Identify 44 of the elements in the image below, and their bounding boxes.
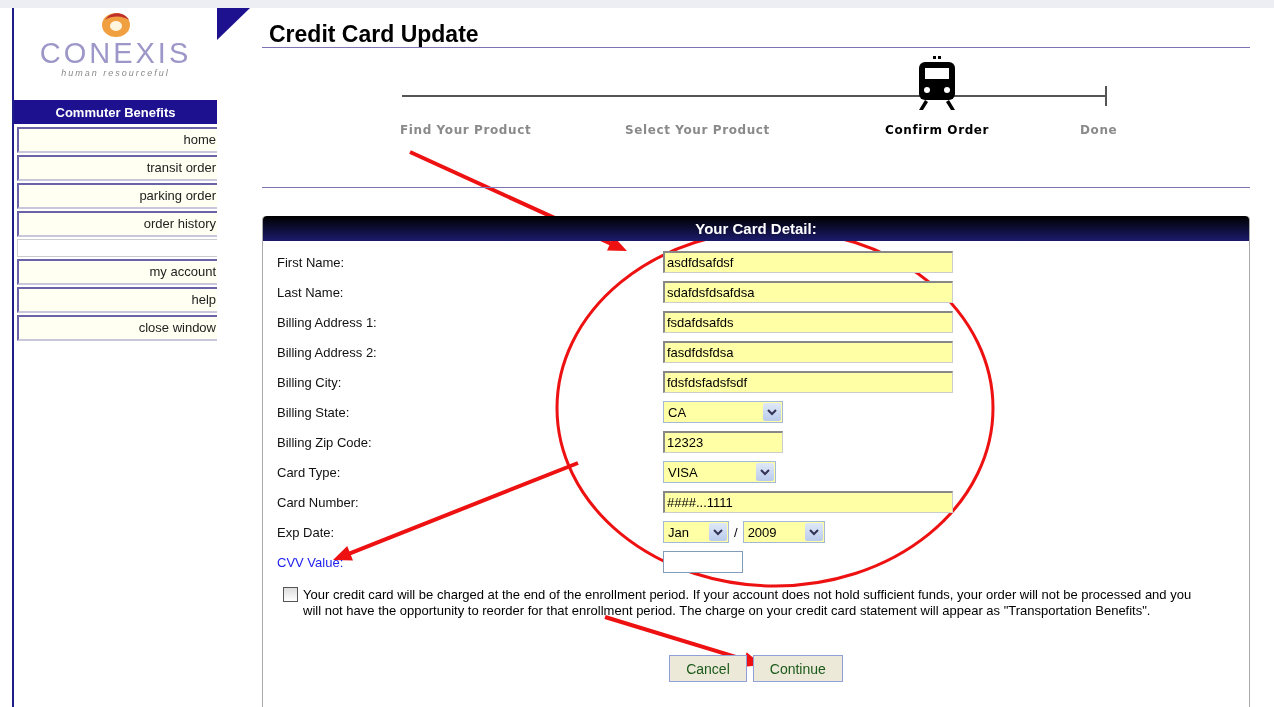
field-label: CVV Value: [277, 554, 345, 570]
dropdown[interactable]: 2009 [742, 521, 825, 543]
sidebar-item[interactable]: close window [17, 315, 217, 341]
cancel-button[interactable]: Cancel [669, 655, 747, 682]
step-label: Find Your Product [400, 123, 532, 137]
panel-title: Your Card Detail: [695, 220, 817, 237]
field-label: Last Name: [277, 284, 345, 300]
logo-name: CONEXIS [39, 38, 192, 68]
field-label: Billing Address 1: [277, 314, 378, 330]
input-field[interactable] [663, 551, 743, 573]
sidebar-item[interactable]: transit order [17, 155, 217, 181]
dropdown[interactable]: Jan [663, 521, 729, 543]
step-label: Select Your Product [625, 123, 770, 137]
field-label: Card Type: [277, 464, 342, 480]
sidebar-item[interactable]: help [17, 287, 217, 313]
text-field[interactable]: ####...1111 [663, 491, 953, 513]
field-label: First Name: [277, 254, 346, 270]
page-title: Credit Card Update [269, 21, 480, 47]
text-field[interactable]: fsdafdsafds [663, 311, 953, 333]
continue-button[interactable]: Continue [752, 655, 843, 682]
field-label: Card Number: [277, 494, 360, 510]
agreement-text: Your credit card will be charged at the end of the enrollment period. If your account does not hold sufficient funds, your order will not be processed and you will not have the opportunity to reorder for that enrollment period. The charge on your credit card statement will appear as "Transportation Benefits". [303, 587, 1193, 619]
sidebar-item[interactable]: order history [17, 211, 217, 237]
step-label: Confirm Order [885, 123, 990, 137]
dropdown[interactable]: VISA [663, 461, 776, 483]
sidebar-item[interactable]: my account [17, 259, 217, 285]
field-label: Exp Date: [277, 524, 336, 540]
sidebar-item[interactable]: parking order [17, 183, 217, 209]
text-field[interactable]: fasdfdsfdsa [663, 341, 953, 363]
field-label: Billing Address 2: [277, 344, 378, 360]
sidebar-heading: Commuter Benefits [14, 100, 217, 124]
text-field[interactable]: 12323 [663, 431, 783, 453]
date-separator: / [734, 524, 738, 540]
field-label: Billing Zip Code: [277, 434, 373, 450]
field-label: Billing State: [277, 404, 351, 420]
checkbox[interactable] [283, 587, 298, 602]
dropdown[interactable]: CA [663, 401, 783, 423]
sidebar-item[interactable]: home [17, 127, 217, 153]
field-label: Billing City: [277, 374, 343, 390]
logo-tagline: human resourceful [61, 68, 170, 78]
step-label: Done [1080, 123, 1118, 137]
text-field[interactable]: fdsfdsfadsfsdf [663, 371, 953, 393]
text-field[interactable]: asdfdsafdsf [663, 251, 953, 273]
text-field[interactable]: sdafdsfdsafdsa [663, 281, 953, 303]
